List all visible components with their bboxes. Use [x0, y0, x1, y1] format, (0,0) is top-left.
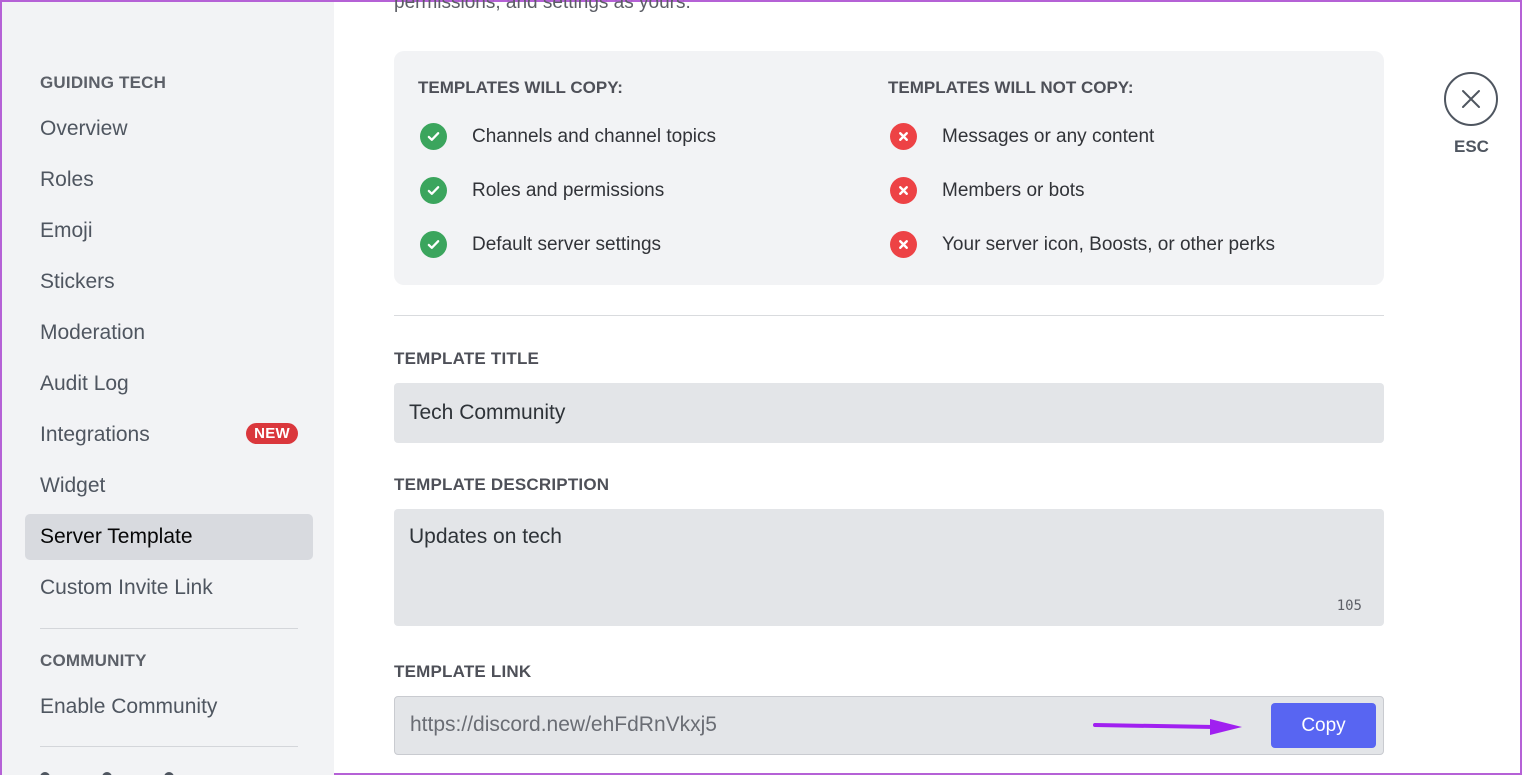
sidebar-divider	[40, 746, 298, 747]
sidebar-item-label: Widget	[40, 474, 106, 497]
check-icon	[420, 123, 447, 150]
cross-icon	[890, 231, 917, 258]
template-title-input[interactable]: Tech Community	[394, 383, 1384, 443]
sidebar-item-label: Emoji	[40, 219, 93, 242]
sidebar-item-widget[interactable]: Widget	[25, 463, 313, 509]
cross-icon	[890, 123, 917, 150]
sidebar-item-integrations[interactable]: Integrations NEW	[25, 412, 313, 458]
will-copy-item: Roles and permissions	[420, 177, 664, 204]
sidebar-item-moderation[interactable]: Moderation	[25, 310, 313, 356]
sidebar-item-cut-off	[40, 766, 298, 775]
template-description-label: TEMPLATE DESCRIPTION	[394, 475, 610, 494]
will-copy-title: TEMPLATES WILL COPY:	[418, 78, 623, 97]
new-badge: NEW	[246, 423, 298, 444]
sidebar-item-label: Integrations	[40, 423, 150, 446]
sidebar-item-label: Stickers	[40, 270, 115, 293]
annotation-arrow-icon	[1093, 719, 1242, 735]
template-description-textarea[interactable]: Updates on tech 105	[394, 509, 1384, 626]
will-not-copy-text: Your server icon, Boosts, or other perks	[942, 233, 1276, 255]
check-icon	[420, 231, 447, 258]
will-copy-text: Channels and channel topics	[472, 125, 717, 147]
template-title-label: TEMPLATE TITLE	[394, 349, 540, 368]
sidebar-item-label: Roles	[40, 168, 94, 191]
sidebar-item-enable-community[interactable]: Enable Community	[25, 684, 313, 730]
close-icon	[1462, 90, 1480, 108]
sidebar-divider	[40, 628, 298, 629]
template-link-label: TEMPLATE LINK	[394, 662, 532, 681]
template-title-value: Tech Community	[409, 401, 566, 424]
will-not-copy-item: Members or bots	[890, 177, 1085, 204]
sidebar-item-label: Enable Community	[40, 695, 218, 718]
will-not-copy-text: Members or bots	[942, 179, 1085, 201]
settings-sidebar: GUIDING TECH Overview Roles Emoji Sticke…	[2, 2, 334, 775]
intro-text: permissions, and settings as yours.	[394, 0, 691, 13]
template-link-value: https://discord.new/ehFdRnVkxj5	[410, 713, 717, 736]
cross-icon	[890, 177, 917, 204]
sidebar-item-stickers[interactable]: Stickers	[25, 259, 313, 305]
will-not-copy-item: Messages or any content	[890, 123, 1154, 150]
will-not-copy-item: Your server icon, Boosts, or other perks	[890, 231, 1275, 258]
template-info-box: TEMPLATES WILL COPY: Channels and channe…	[394, 51, 1384, 285]
sidebar-section-header-community: COMMUNITY	[40, 651, 147, 670]
will-not-copy-text: Messages or any content	[942, 125, 1155, 147]
sidebar-item-label: Custom Invite Link	[40, 576, 213, 599]
will-copy-item: Channels and channel topics	[420, 123, 716, 150]
sidebar-item-roles[interactable]: Roles	[25, 157, 313, 203]
template-description-value: Updates on tech	[409, 525, 562, 548]
sidebar-item-custom-invite-link[interactable]: Custom Invite Link	[25, 565, 313, 611]
sidebar-item-label: Moderation	[40, 321, 146, 344]
sidebar-item-audit-log[interactable]: Audit Log	[25, 361, 313, 407]
will-copy-item: Default server settings	[420, 231, 661, 258]
esc-label: ESC	[1454, 137, 1489, 156]
sidebar-item-server-template[interactable]: Server Template	[25, 514, 313, 560]
close-button[interactable]	[1444, 72, 1498, 126]
sidebar-item-overview[interactable]: Overview	[25, 106, 313, 152]
will-copy-text: Roles and permissions	[472, 179, 665, 201]
sidebar-item-label: Server Template	[40, 525, 193, 548]
character-counter: 105	[1336, 598, 1362, 614]
copy-button[interactable]: Copy	[1271, 703, 1376, 748]
sidebar-item-label: Audit Log	[40, 372, 129, 395]
will-not-copy-title: TEMPLATES WILL NOT COPY:	[888, 78, 1134, 97]
section-divider	[394, 315, 1384, 316]
check-icon	[420, 177, 447, 204]
sidebar-item-label: Overview	[40, 117, 128, 140]
will-copy-text: Default server settings	[472, 233, 662, 255]
sidebar-item-emoji[interactable]: Emoji	[25, 208, 313, 254]
sidebar-section-header-server: GUIDING TECH	[40, 73, 167, 92]
